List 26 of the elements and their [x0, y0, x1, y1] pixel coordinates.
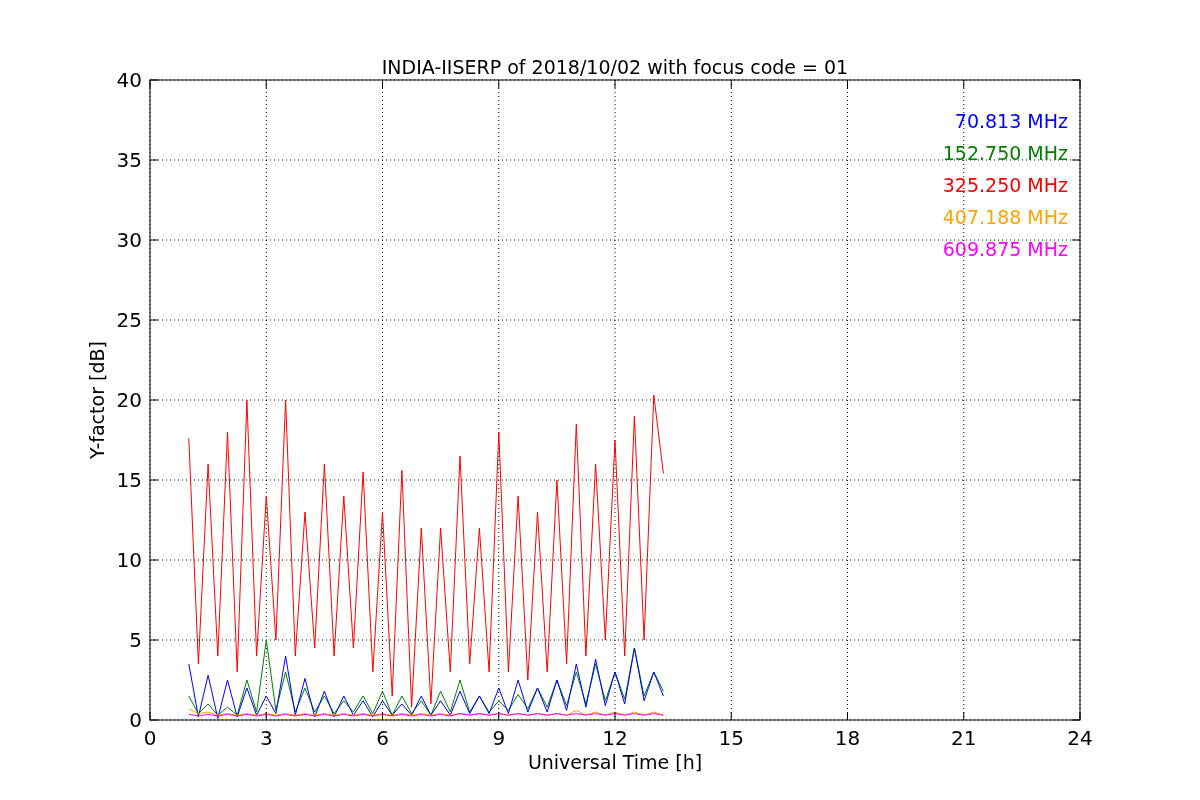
x-tick-label: 9: [492, 726, 506, 750]
legend-label: 325.250 MHz: [942, 174, 1068, 196]
chart-title: INDIA-IISERP of 2018/10/02 with focus code = 01: [381, 56, 849, 78]
y-tick-label: 10: [116, 548, 142, 572]
y-tick-label: 30: [116, 228, 142, 252]
legend-label: 407.188 MHz: [942, 206, 1068, 228]
y-tick-label: 25: [116, 308, 142, 332]
y-tick-label: 40: [116, 68, 142, 92]
x-tick-label: 24: [1067, 726, 1093, 750]
x-tick-label: 0: [143, 726, 157, 750]
x-axis-label: Universal Time [h]: [527, 751, 703, 773]
y-tick-label: 0: [129, 708, 142, 732]
x-tick-label: 6: [376, 726, 389, 750]
x-tick-label: 12: [602, 726, 628, 750]
y-tick-label: 15: [116, 468, 142, 492]
x-tick-label: 3: [259, 726, 273, 750]
legend-label: 609.875 MHz: [942, 238, 1068, 260]
legend-label: 152.750 MHz: [942, 142, 1068, 164]
y-tick-label: 5: [129, 628, 142, 652]
x-tick-label: 21: [951, 726, 977, 750]
y-tick-label: 35: [116, 148, 142, 172]
x-tick-label: 15: [718, 726, 744, 750]
legend-label: 70.813 MHz: [954, 110, 1068, 132]
x-tick-label: 18: [834, 726, 861, 750]
y-tick-label: 20: [116, 388, 142, 412]
y-axis-label: Y-factor [dB]: [86, 341, 108, 459]
